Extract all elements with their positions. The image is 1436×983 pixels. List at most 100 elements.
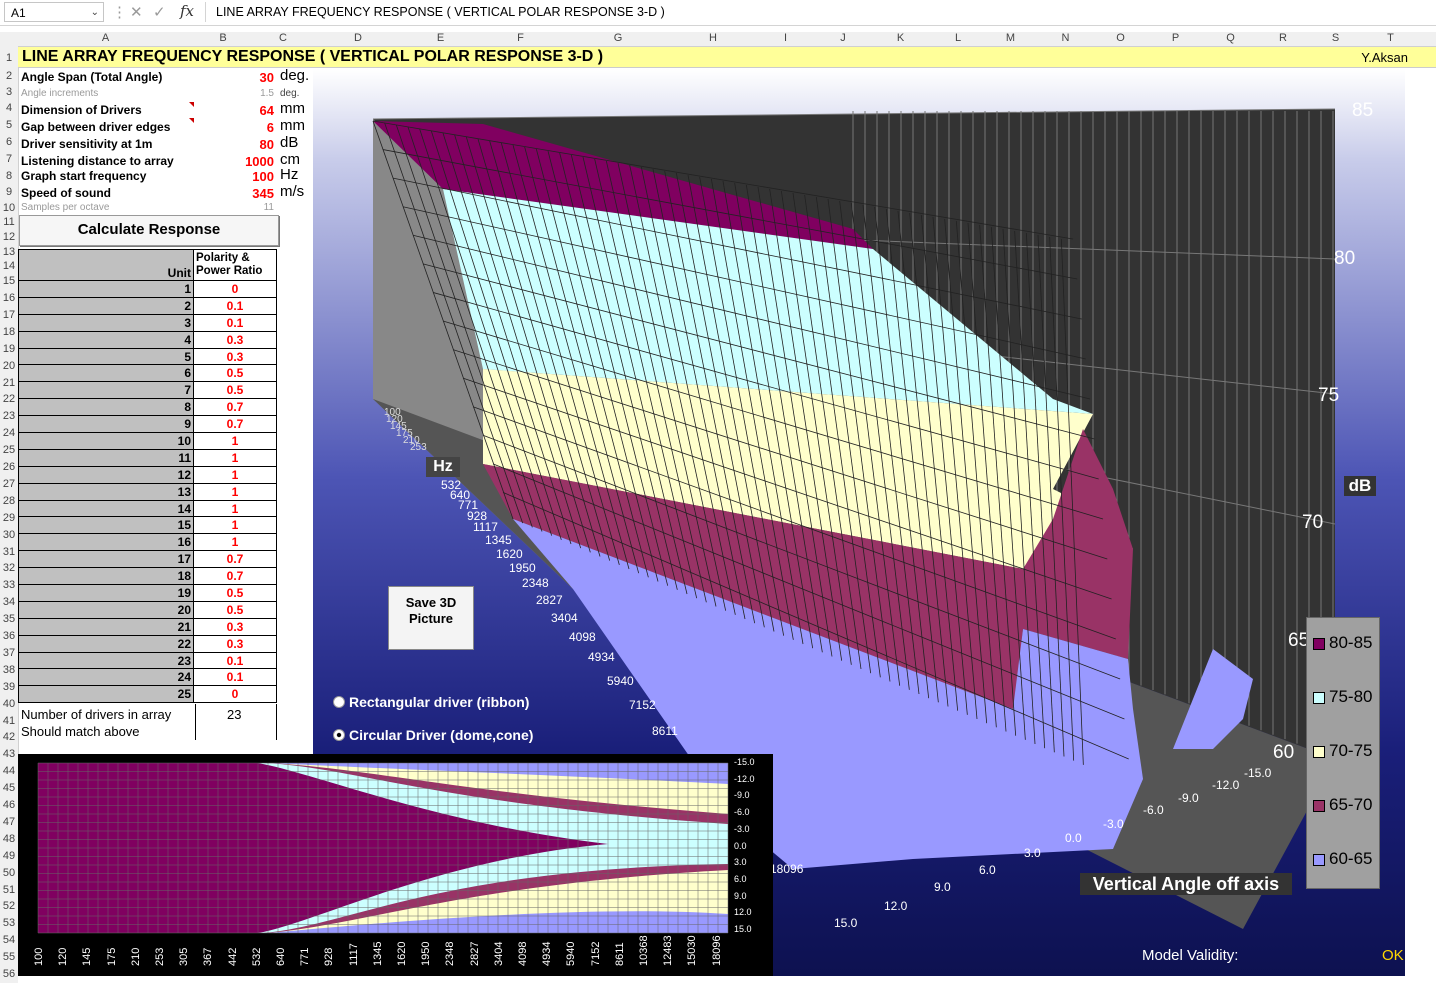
row-header[interactable]: 4 [0, 100, 18, 117]
radio-rectangular-driver[interactable]: Rectangular driver (ribbon) [333, 694, 529, 710]
row-header[interactable]: 22 [0, 391, 18, 409]
polarity-value[interactable]: 0.3 [193, 330, 277, 349]
row-header[interactable]: 51 [0, 881, 18, 899]
calculate-response-button[interactable]: Calculate Response [19, 215, 279, 246]
row-header[interactable]: 21 [0, 374, 18, 392]
save-3d-picture-button[interactable]: Save 3D Picture [388, 586, 474, 650]
row-header[interactable]: 38 [0, 661, 18, 679]
unit-number[interactable]: 18 [18, 567, 194, 586]
row-header[interactable]: 3 [0, 85, 18, 100]
row-header[interactable]: 14 [0, 259, 18, 273]
row-header[interactable]: 42 [0, 729, 18, 747]
row-header[interactable]: 50 [0, 864, 18, 882]
column-header[interactable]: J [818, 32, 868, 45]
row-header[interactable]: 13 [0, 245, 18, 259]
row-header[interactable]: 9 [0, 184, 18, 201]
unit-number[interactable]: 5 [18, 347, 194, 366]
row-header[interactable]: 27 [0, 475, 18, 493]
polarity-value[interactable]: 1 [193, 516, 277, 535]
polarity-value[interactable]: 1 [193, 432, 277, 450]
column-header[interactable]: M [983, 32, 1038, 45]
column-header[interactable]: D [313, 32, 403, 45]
row-header[interactable]: 56 [0, 966, 18, 983]
sheet-column-t[interactable] [1405, 69, 1436, 976]
column-header[interactable]: H [673, 32, 753, 45]
column-header[interactable]: R [1258, 32, 1308, 45]
polarity-value[interactable]: 0.7 [193, 398, 277, 417]
cancel-icon[interactable]: ✕ [130, 3, 143, 21]
polarity-value[interactable]: 0.3 [193, 634, 277, 653]
polarity-value[interactable]: 0.7 [193, 415, 277, 434]
param-value[interactable]: 1000 [194, 154, 274, 169]
radio-circular-driver[interactable]: Circular Driver (dome,cone) [333, 727, 533, 743]
row-header[interactable]: 55 [0, 949, 18, 966]
row-header[interactable]: 33 [0, 577, 18, 595]
unit-number[interactable]: 22 [18, 634, 194, 653]
unit-number[interactable]: 24 [18, 668, 194, 687]
row-header[interactable]: 29 [0, 509, 18, 527]
name-box[interactable]: A1 ⌄ [4, 2, 104, 22]
param-value[interactable]: 100 [194, 169, 274, 184]
row-header[interactable]: 24 [0, 425, 18, 443]
radio-icon[interactable] [333, 696, 345, 708]
row-header[interactable]: 12 [0, 229, 18, 245]
polarity-value[interactable]: 1 [193, 499, 277, 518]
row-header[interactable]: 52 [0, 898, 18, 916]
unit-number[interactable]: 16 [18, 533, 194, 552]
row-header[interactable]: 18 [0, 323, 18, 341]
row-header[interactable]: 35 [0, 611, 18, 628]
radio-selected-icon[interactable] [333, 729, 345, 741]
param-value[interactable]: 30 [194, 70, 274, 85]
unit-number[interactable]: 8 [18, 398, 194, 417]
row-header[interactable]: 36 [0, 628, 18, 645]
polarity-value[interactable]: 0.1 [193, 296, 277, 315]
row-header[interactable]: 40 [0, 695, 18, 713]
row-header[interactable]: 34 [0, 594, 18, 612]
unit-number[interactable]: 3 [18, 313, 194, 332]
confirm-icon[interactable]: ✓ [153, 3, 166, 21]
column-header[interactable]: K [868, 32, 933, 45]
unit-number[interactable]: 1 [18, 280, 194, 298]
unit-number[interactable]: 9 [18, 415, 194, 434]
polarity-value[interactable]: 0.7 [193, 567, 277, 586]
row-header[interactable]: 53 [0, 915, 18, 933]
polarity-value[interactable]: 1 [193, 448, 277, 467]
column-header[interactable]: O [1093, 32, 1148, 45]
row-header[interactable]: 19 [0, 340, 18, 358]
polarity-value[interactable]: 0.1 [193, 313, 277, 332]
unit-number[interactable]: 14 [18, 499, 194, 518]
formula-input[interactable]: LINE ARRAY FREQUENCY RESPONSE ( VERTICAL… [205, 2, 1435, 22]
row-header[interactable]: 31 [0, 543, 18, 561]
param-value[interactable]: 11 [194, 202, 274, 213]
row-header[interactable]: 10 [0, 201, 18, 215]
polarity-value[interactable]: 0.5 [193, 600, 277, 619]
row-header[interactable]: 28 [0, 492, 18, 510]
row-header[interactable]: 54 [0, 932, 18, 950]
more-icon[interactable]: ⋮ [112, 3, 127, 21]
polarity-value[interactable]: 0.3 [193, 617, 277, 636]
row-header[interactable]: 2 [0, 68, 18, 85]
column-header[interactable]: C [253, 32, 313, 45]
row-header[interactable]: 41 [0, 712, 18, 730]
param-value[interactable]: 80 [194, 137, 274, 152]
unit-number[interactable]: 20 [18, 600, 194, 619]
unit-number[interactable]: 10 [18, 432, 194, 450]
unit-number[interactable]: 19 [18, 584, 194, 602]
unit-number[interactable]: 12 [18, 465, 194, 484]
row-header[interactable]: 17 [0, 306, 18, 324]
polarity-value[interactable]: 0.1 [193, 651, 277, 670]
polarity-value[interactable]: 0.7 [193, 550, 277, 569]
unit-number[interactable]: 4 [18, 330, 194, 349]
row-header[interactable]: 46 [0, 797, 18, 814]
row-header[interactable]: 30 [0, 526, 18, 544]
unit-number[interactable]: 2 [18, 296, 194, 315]
unit-number[interactable]: 25 [18, 685, 194, 704]
column-header[interactable]: N [1038, 32, 1093, 45]
column-header[interactable]: T [1363, 32, 1418, 45]
column-header[interactable]: A [18, 32, 193, 45]
row-header[interactable]: 11 [0, 215, 18, 229]
column-header[interactable]: B [193, 32, 253, 45]
polarity-value[interactable]: 1 [193, 533, 277, 552]
row-header[interactable]: 48 [0, 830, 18, 848]
column-header[interactable]: I [753, 32, 818, 45]
